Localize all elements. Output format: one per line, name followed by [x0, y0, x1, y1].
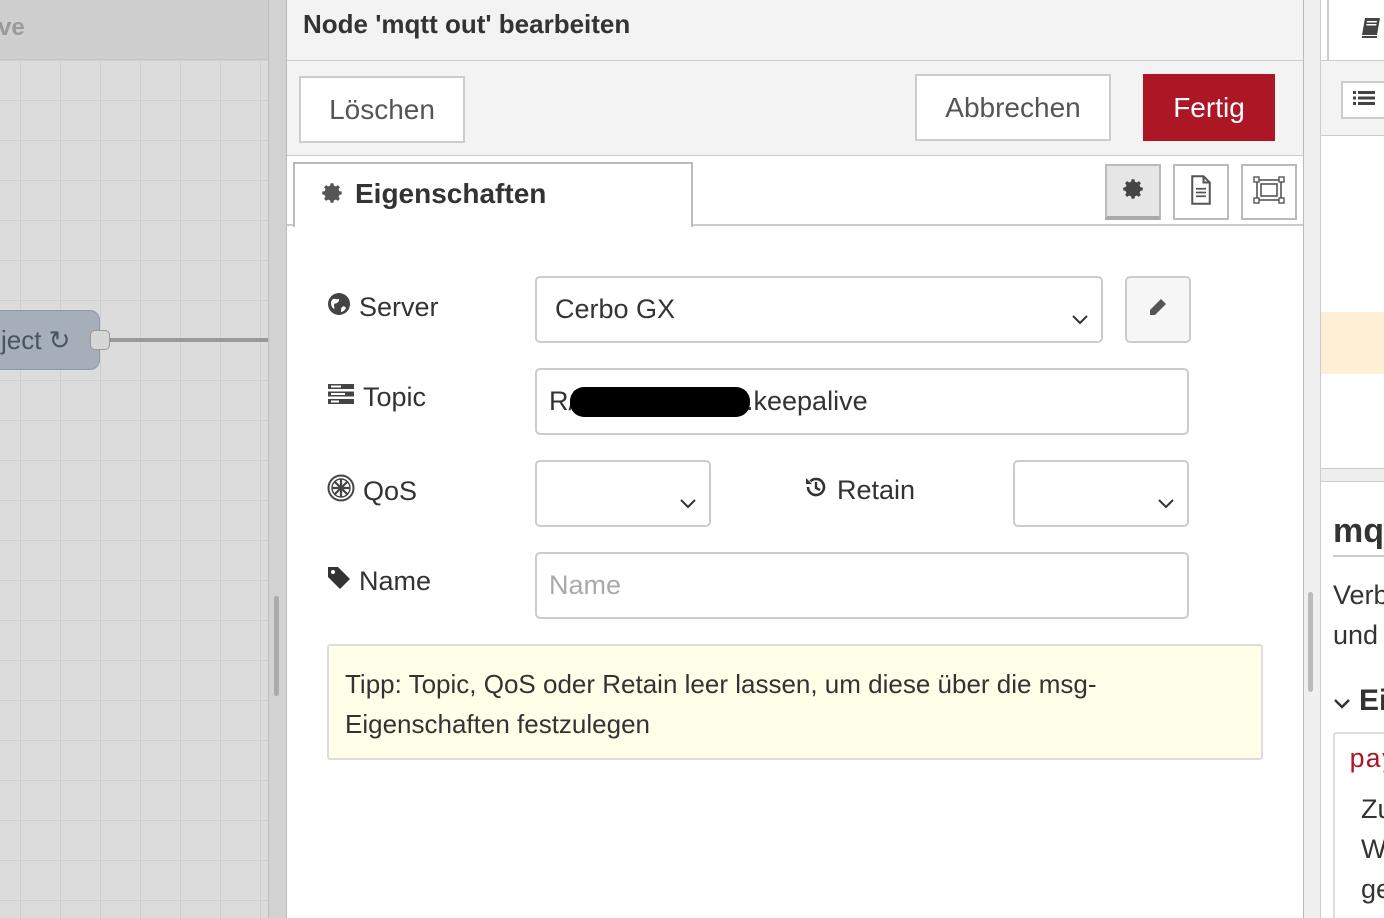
help-text: Verbindet: [1333, 580, 1384, 610]
tab-properties[interactable]: Eigenschaften: [293, 162, 693, 227]
tray-resize-handle[interactable]: [1304, 0, 1320, 918]
server-label-text: Server: [359, 292, 439, 322]
inject-node[interactable]: ject ↻: [0, 310, 100, 370]
done-button[interactable]: Fertig: [1143, 74, 1275, 141]
topic-label: Topic: [327, 382, 426, 413]
frame-icon: [1253, 175, 1285, 209]
help-text: und: [1333, 620, 1379, 650]
retain-label-text: Retain: [837, 475, 916, 505]
tab-appearance-button[interactable]: [1241, 164, 1297, 220]
delete-button[interactable]: Löschen: [299, 76, 465, 143]
help-title: mqtt out: [1333, 512, 1384, 557]
help-property-text: Wi: [1361, 834, 1384, 864]
qos-label: QoS: [327, 474, 417, 509]
chevron-down-icon: [679, 486, 697, 517]
help-section-inputs[interactable]: Eingaben: [1333, 684, 1384, 718]
tasks-icon: [327, 382, 355, 413]
server-select-value: Cerbo GX: [555, 294, 676, 324]
retain-select[interactable]: [1013, 460, 1189, 527]
sidebar: mqtt out Verbindet und Eingaben payload …: [1320, 0, 1384, 918]
edit-server-button[interactable]: [1125, 276, 1191, 343]
history-icon: [803, 474, 829, 507]
tip-box: Tipp: Topic, QoS oder Retain leer lassen…: [327, 644, 1263, 760]
tab-settings-button[interactable]: [1105, 164, 1161, 220]
document-icon: [1188, 174, 1214, 210]
tab-properties-label: Eigenschaften: [355, 178, 547, 209]
qos-label-text: QoS: [363, 476, 418, 506]
resize-grip[interactable]: [1308, 592, 1313, 692]
cancel-button[interactable]: Abbrechen: [915, 74, 1111, 141]
name-placeholder: Name: [549, 570, 622, 600]
tray-title: Node 'mqtt out' bearbeiten: [287, 0, 1303, 61]
book-icon: [1359, 16, 1383, 45]
empire-icon: [327, 474, 355, 509]
node-wire[interactable]: [110, 338, 268, 342]
name-label: Name: [327, 566, 431, 597]
help-property-text: ge: [1361, 874, 1384, 904]
server-select[interactable]: Cerbo GX: [535, 276, 1103, 343]
resize-grip[interactable]: [274, 596, 279, 696]
help-section-label: Eingaben: [1359, 684, 1384, 717]
topic-input[interactable]: R/.keepalive: [535, 368, 1189, 435]
server-label: Server: [327, 292, 439, 323]
chevron-down-icon: [1157, 486, 1175, 517]
sidebar-toolbar: [1321, 60, 1384, 136]
help-property-name: payload: [1349, 746, 1384, 776]
sidebar-list-button[interactable]: [1341, 81, 1384, 119]
flow-workspace[interactable]: ve ject ↻: [0, 0, 268, 918]
sidebar-highlight-row[interactable]: [1321, 312, 1384, 374]
redaction-mark: [570, 386, 750, 417]
sidebar-tab-help[interactable]: [1327, 0, 1384, 60]
help-property-text: Zu: [1361, 794, 1384, 824]
tag-icon: [327, 566, 351, 597]
sidebar-separator[interactable]: [1321, 468, 1384, 482]
chevron-down-icon: [1333, 684, 1351, 718]
edit-tray: Node 'mqtt out' bearbeiten Löschen Abbre…: [286, 0, 1304, 918]
tab-description-button[interactable]: [1173, 164, 1229, 220]
workspace-tab-bar: ve: [0, 0, 268, 60]
node-output-port[interactable]: [90, 330, 110, 350]
list-icon: [1353, 90, 1375, 111]
name-label-text: Name: [359, 566, 432, 596]
tray-tabs: Eigenschaften: [287, 156, 1303, 227]
tray-toolbar: Löschen Abbrechen Fertig: [287, 61, 1303, 156]
workspace-tab-label[interactable]: ve: [0, 14, 25, 42]
topic-value-suffix: .keepalive: [746, 386, 868, 416]
inject-node-label: ject ↻: [1, 325, 71, 355]
gear-icon: [1120, 176, 1146, 207]
name-input[interactable]: Name: [535, 552, 1189, 619]
workspace-resize-handle[interactable]: [268, 0, 286, 918]
help-property-box: payload Zu Wi ge: [1333, 732, 1384, 918]
topic-label-text: Topic: [363, 382, 427, 412]
qos-select[interactable]: [535, 460, 711, 527]
chevron-down-icon: [1071, 302, 1089, 333]
gear-icon: [319, 180, 345, 213]
pencil-icon: [1146, 295, 1170, 324]
globe-icon: [327, 292, 351, 323]
retain-label: Retain: [803, 474, 915, 507]
